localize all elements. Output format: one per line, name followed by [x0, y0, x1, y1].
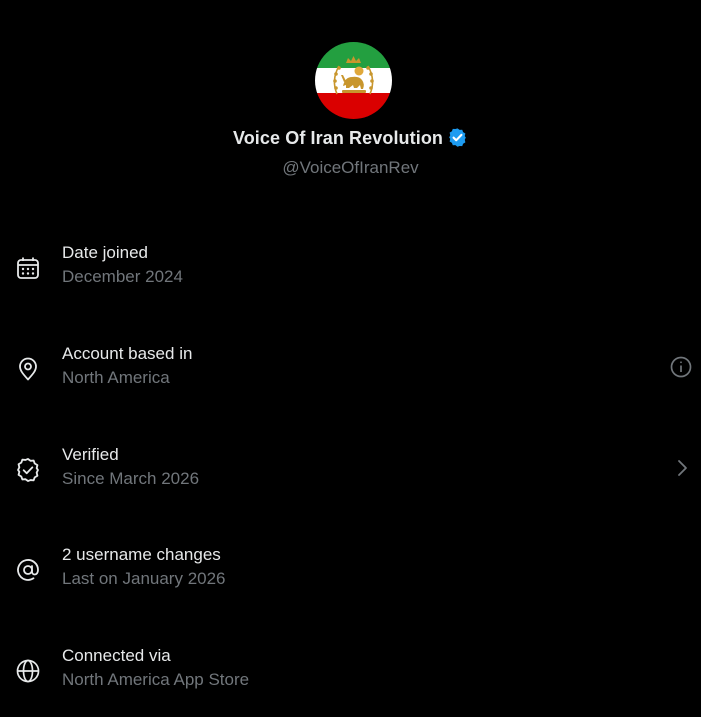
date-joined-row: Date joined December 2024 — [0, 243, 701, 303]
display-name-row: Voice Of Iran Revolution — [0, 128, 701, 149]
verified-check-icon — [15, 457, 41, 483]
info-icon[interactable] — [669, 355, 693, 379]
connected-via-row: Connected via North America App Store — [0, 646, 701, 706]
username-changes-title: 2 username changes — [62, 545, 221, 564]
verified-badge-icon[interactable] — [447, 127, 468, 148]
display-name: Voice Of Iran Revolution — [232, 128, 444, 148]
username-changes-row: 2 username changes Last on January 2026 — [0, 545, 701, 605]
connected-via-value: North America App Store — [62, 670, 250, 689]
verified-row[interactable]: Verified Since March 2026 — [0, 445, 701, 505]
connected-via-title: Connected via — [62, 646, 171, 665]
verified-title: Verified — [62, 445, 119, 464]
account-based-in-value: North America — [62, 368, 170, 387]
location-pin-icon — [15, 356, 41, 382]
profile-handle: @VoiceOfIranRev — [282, 158, 419, 177]
at-sign-icon — [15, 557, 41, 583]
profile-header: Voice Of Iran Revolution @VoiceOfIranRev — [0, 0, 701, 200]
username-changes-value: Last on January 2026 — [62, 569, 226, 588]
account-based-in-row: Account based in North America — [0, 344, 701, 404]
chevron-right-icon[interactable] — [670, 456, 694, 480]
calendar-icon — [15, 255, 41, 281]
verified-value: Since March 2026 — [62, 469, 200, 488]
globe-icon — [15, 658, 41, 684]
avatar[interactable] — [315, 42, 392, 119]
date-joined-title: Date joined — [62, 243, 149, 262]
iran-lion-and-sun-flag-icon — [315, 42, 392, 119]
date-joined-value: December 2024 — [62, 267, 183, 286]
account-based-in-title: Account based in — [62, 344, 193, 363]
